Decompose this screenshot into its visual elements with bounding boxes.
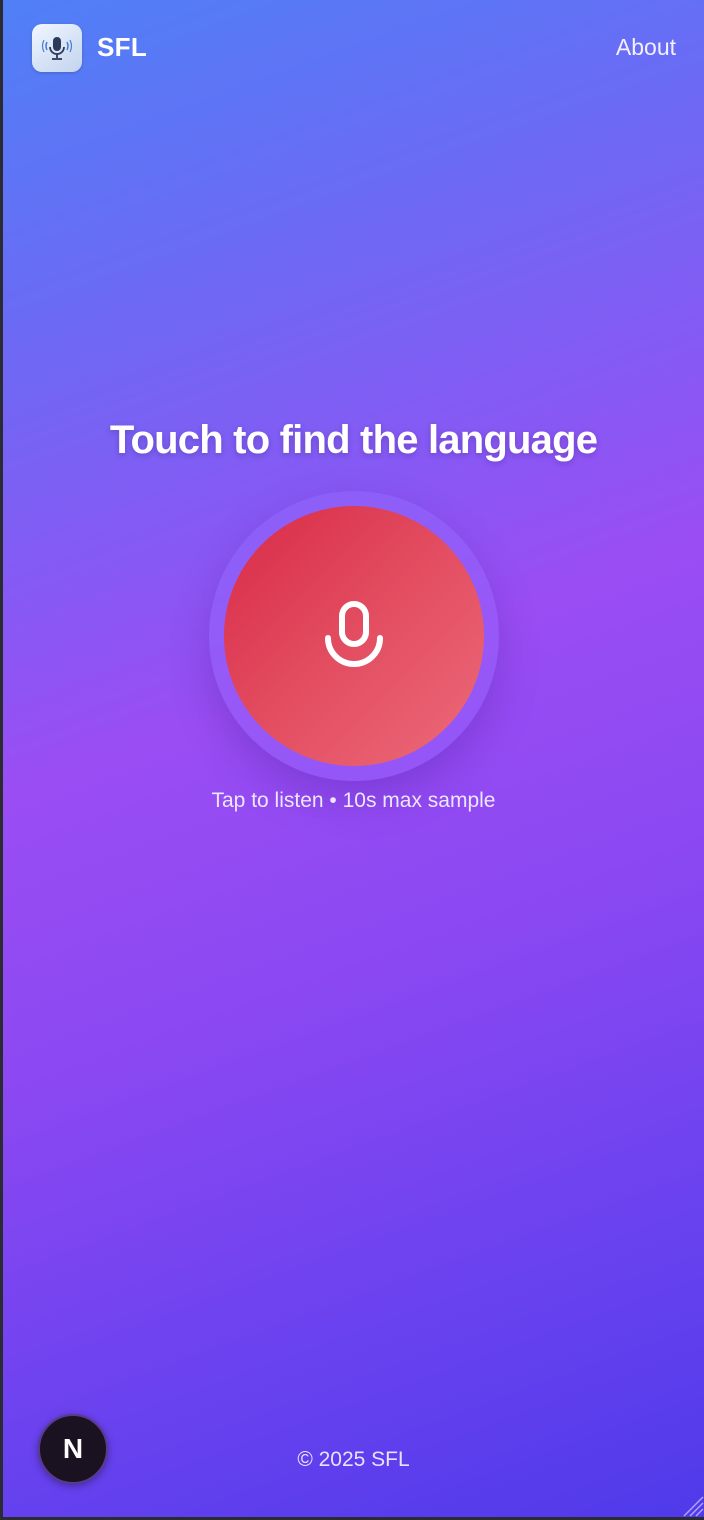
microphone-icon: [325, 601, 383, 667]
brand-name: SFL: [97, 32, 148, 62]
badge-letter: N: [62, 1433, 84, 1464]
about-link[interactable]: About: [616, 34, 676, 61]
dev-tools-badge[interactable]: N: [38, 1414, 108, 1484]
microphone-icon: [41, 37, 73, 60]
listen-hint: Tap to listen • 10s max sample: [211, 789, 496, 812]
record-button[interactable]: [224, 506, 484, 766]
top-nav: SFL About: [3, 0, 704, 98]
app-logo[interactable]: [32, 24, 82, 72]
page-title: Touch to find the language: [109, 418, 598, 462]
copyright-text: © 2025 SFL: [297, 1448, 410, 1471]
resize-grip-icon[interactable]: [678, 1491, 704, 1517]
app-viewport: SFL About Touch to find the language Tap…: [3, 0, 704, 1517]
